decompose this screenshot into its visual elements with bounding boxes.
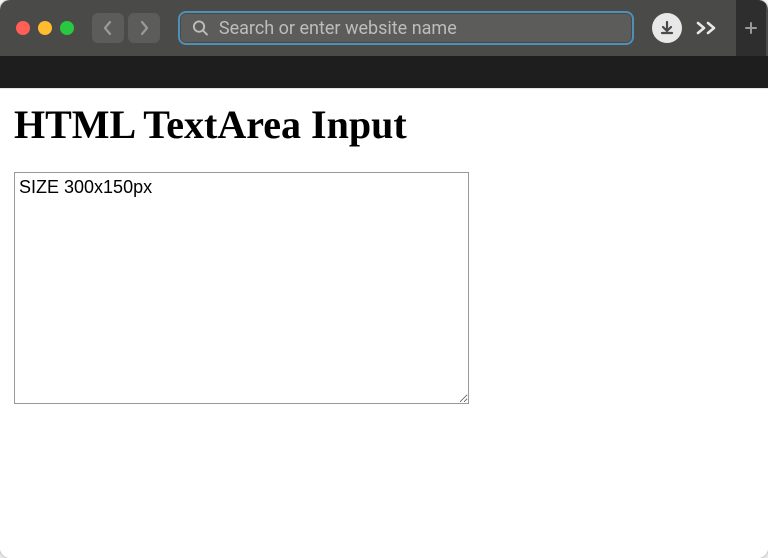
close-button[interactable] bbox=[16, 21, 30, 35]
maximize-button[interactable] bbox=[60, 21, 74, 35]
downloads-button[interactable] bbox=[652, 13, 682, 43]
chevron-left-icon bbox=[102, 21, 114, 35]
address-bar[interactable] bbox=[178, 11, 634, 45]
page-title: HTML TextArea Input bbox=[14, 101, 754, 148]
download-icon bbox=[659, 20, 675, 36]
new-tab-button[interactable] bbox=[736, 0, 766, 56]
forward-button[interactable] bbox=[128, 13, 160, 43]
tab-strip bbox=[0, 56, 768, 88]
back-button[interactable] bbox=[92, 13, 124, 43]
search-icon bbox=[192, 19, 209, 37]
chevrons-right-icon bbox=[695, 21, 719, 35]
browser-window: HTML TextArea Input bbox=[0, 0, 768, 558]
toolbar-right bbox=[692, 0, 758, 56]
nav-buttons bbox=[92, 13, 160, 43]
browser-toolbar bbox=[0, 0, 768, 56]
plus-icon bbox=[743, 20, 759, 36]
page-content: HTML TextArea Input bbox=[0, 88, 768, 558]
chevron-right-icon bbox=[138, 21, 150, 35]
example-textarea[interactable] bbox=[14, 172, 469, 404]
overflow-button[interactable] bbox=[692, 13, 722, 43]
search-input[interactable] bbox=[219, 18, 620, 39]
address-bar-container bbox=[178, 11, 634, 45]
minimize-button[interactable] bbox=[38, 21, 52, 35]
window-controls bbox=[16, 21, 74, 35]
